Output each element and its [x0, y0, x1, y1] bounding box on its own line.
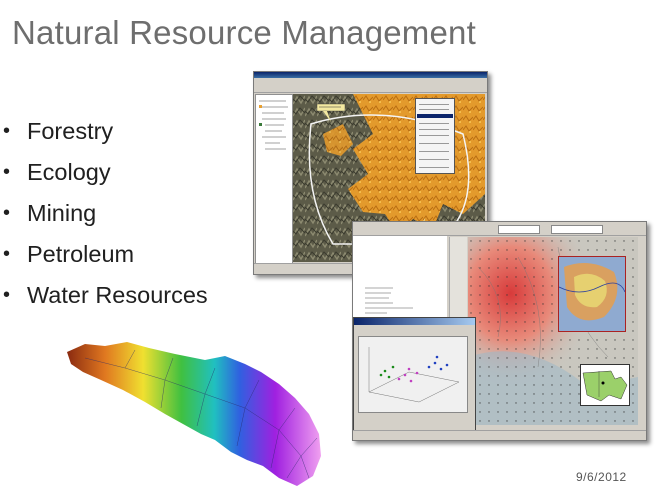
dialog-titlebar	[354, 318, 475, 325]
bullet-petroleum: Petroleum	[0, 239, 208, 280]
window-toolbar	[254, 78, 487, 93]
window-toolbar	[353, 222, 646, 236]
geostatistical-dialog	[353, 317, 476, 440]
watershed-elevation-map	[67, 342, 321, 486]
bullet-list: Forestry Ecology Mining Petroleum Water …	[0, 116, 208, 321]
slide-date: 9/6/2012	[576, 470, 627, 484]
bullet-water-resources: Water Resources	[0, 280, 208, 321]
locator-map	[580, 364, 630, 406]
slide-title: Natural Resource Management	[12, 14, 476, 51]
inset-surface-map	[558, 256, 626, 332]
table-of-contents-pane	[255, 94, 293, 264]
context-menu	[415, 98, 455, 174]
bullet-ecology: Ecology	[0, 157, 208, 198]
layer-tree-icon	[365, 287, 413, 314]
status-bar	[353, 430, 646, 440]
layer-tree-icon	[259, 100, 288, 150]
bullet-forestry: Forestry	[0, 116, 208, 157]
gis-screenshot-geostatistics	[352, 221, 647, 441]
bullet-mining: Mining	[0, 198, 208, 239]
3d-scatter-plot	[358, 336, 468, 413]
